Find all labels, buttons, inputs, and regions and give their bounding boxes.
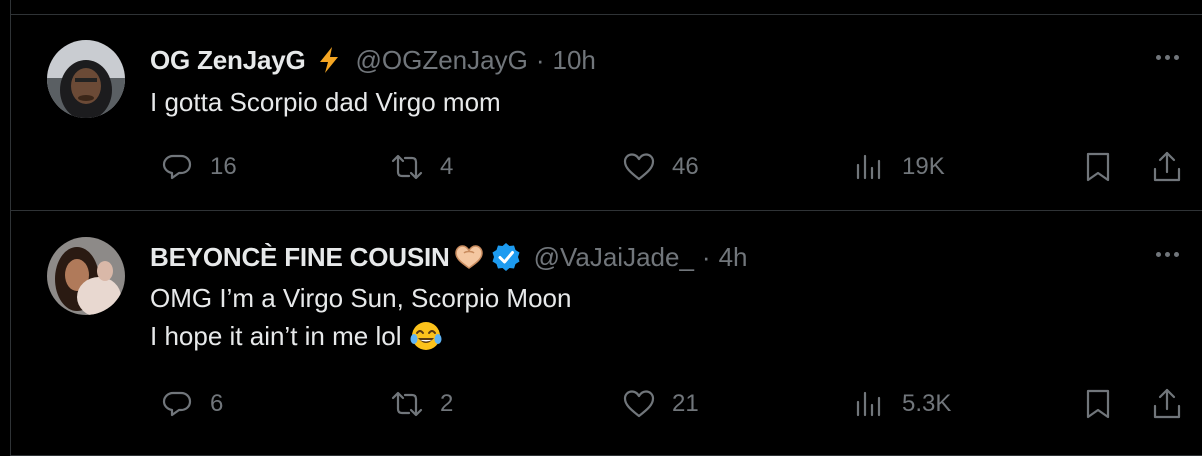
action-bar: 16 4 46 19K — [150, 147, 1184, 187]
separator-dot: · — [701, 241, 711, 272]
retweet-icon — [391, 391, 423, 417]
tweet-card[interactable]: BEYONCÈ FINE COUSIN @VaJaiJade_ · 4h OMG… — [11, 212, 1202, 456]
bookmark-button[interactable] — [1081, 147, 1115, 187]
retweet-button[interactable]: 2 — [390, 384, 453, 424]
more-options-icon[interactable] — [1150, 244, 1184, 264]
tweet-text-line: I gotta Scorpio dad Virgo mom — [150, 87, 501, 117]
user-handle[interactable]: @OGZenJayG — [356, 45, 528, 76]
verified-badge-icon[interactable] — [490, 241, 522, 273]
bookmark-button[interactable] — [1081, 384, 1115, 424]
like-count: 21 — [672, 390, 699, 417]
reply-button[interactable]: 16 — [160, 147, 237, 187]
tweet-text: OMG I’m a Virgo Sun, Scorpio Moon I hope… — [150, 279, 571, 355]
reply-count: 16 — [210, 153, 237, 180]
heart-icon — [623, 153, 655, 181]
reply-count: 6 — [210, 390, 224, 417]
bookmark-icon — [1086, 389, 1110, 419]
tears-of-joy-emoji-icon — [409, 319, 443, 353]
reply-icon — [162, 391, 192, 417]
retweet-count: 2 — [440, 390, 454, 417]
view-count: 19K — [902, 153, 945, 180]
timestamp[interactable]: 10h — [553, 45, 596, 76]
reply-icon — [162, 154, 192, 180]
views-button[interactable]: 5.3K — [852, 384, 951, 424]
reply-button[interactable]: 6 — [160, 384, 223, 424]
retweet-count: 4 — [440, 153, 454, 180]
share-button[interactable] — [1150, 384, 1184, 424]
tweet-text: I gotta Scorpio dad Virgo mom — [150, 83, 501, 121]
tweet-card[interactable]: OG ZenJayG @OGZenJayG · 10h I gotta Scor… — [11, 15, 1202, 211]
avatar[interactable] — [47, 237, 125, 315]
tweet-header: BEYONCÈ FINE COUSIN @VaJaiJade_ · 4h — [150, 239, 748, 275]
views-button[interactable]: 19K — [852, 147, 945, 187]
action-bar: 6 2 21 5.3K — [150, 384, 1184, 424]
tweet-text-line: OMG I’m a Virgo Sun, Scorpio Moon — [150, 283, 572, 313]
tweet-text-line: I hope it ain’t in me lol — [150, 321, 402, 351]
views-chart-icon — [856, 391, 881, 417]
share-button[interactable] — [1150, 147, 1184, 187]
display-name[interactable]: OG ZenJayG — [150, 45, 306, 76]
separator-dot: · — [535, 44, 545, 75]
tweet-header: OG ZenJayG @OGZenJayG · 10h — [150, 42, 596, 78]
bookmark-icon — [1086, 152, 1110, 182]
avatar[interactable] — [47, 40, 125, 118]
retweet-icon — [391, 154, 423, 180]
heart-hands-emoji-icon — [452, 242, 486, 272]
like-count: 46 — [672, 153, 699, 180]
share-icon — [1153, 151, 1181, 182]
user-handle[interactable]: @VaJaiJade_ — [534, 242, 694, 273]
tweet-feed: OG ZenJayG @OGZenJayG · 10h I gotta Scor… — [10, 0, 1202, 456]
lightning-bolt-emoji-icon — [314, 45, 344, 75]
share-icon — [1153, 388, 1181, 419]
retweet-button[interactable]: 4 — [390, 147, 453, 187]
like-button[interactable]: 21 — [622, 384, 699, 424]
view-count: 5.3K — [902, 390, 952, 417]
heart-icon — [623, 390, 655, 418]
more-options-icon[interactable] — [1150, 47, 1184, 67]
timestamp[interactable]: 4h — [719, 242, 748, 273]
display-name[interactable]: BEYONCÈ FINE COUSIN — [150, 242, 450, 273]
like-button[interactable]: 46 — [622, 147, 699, 187]
views-chart-icon — [856, 154, 881, 180]
